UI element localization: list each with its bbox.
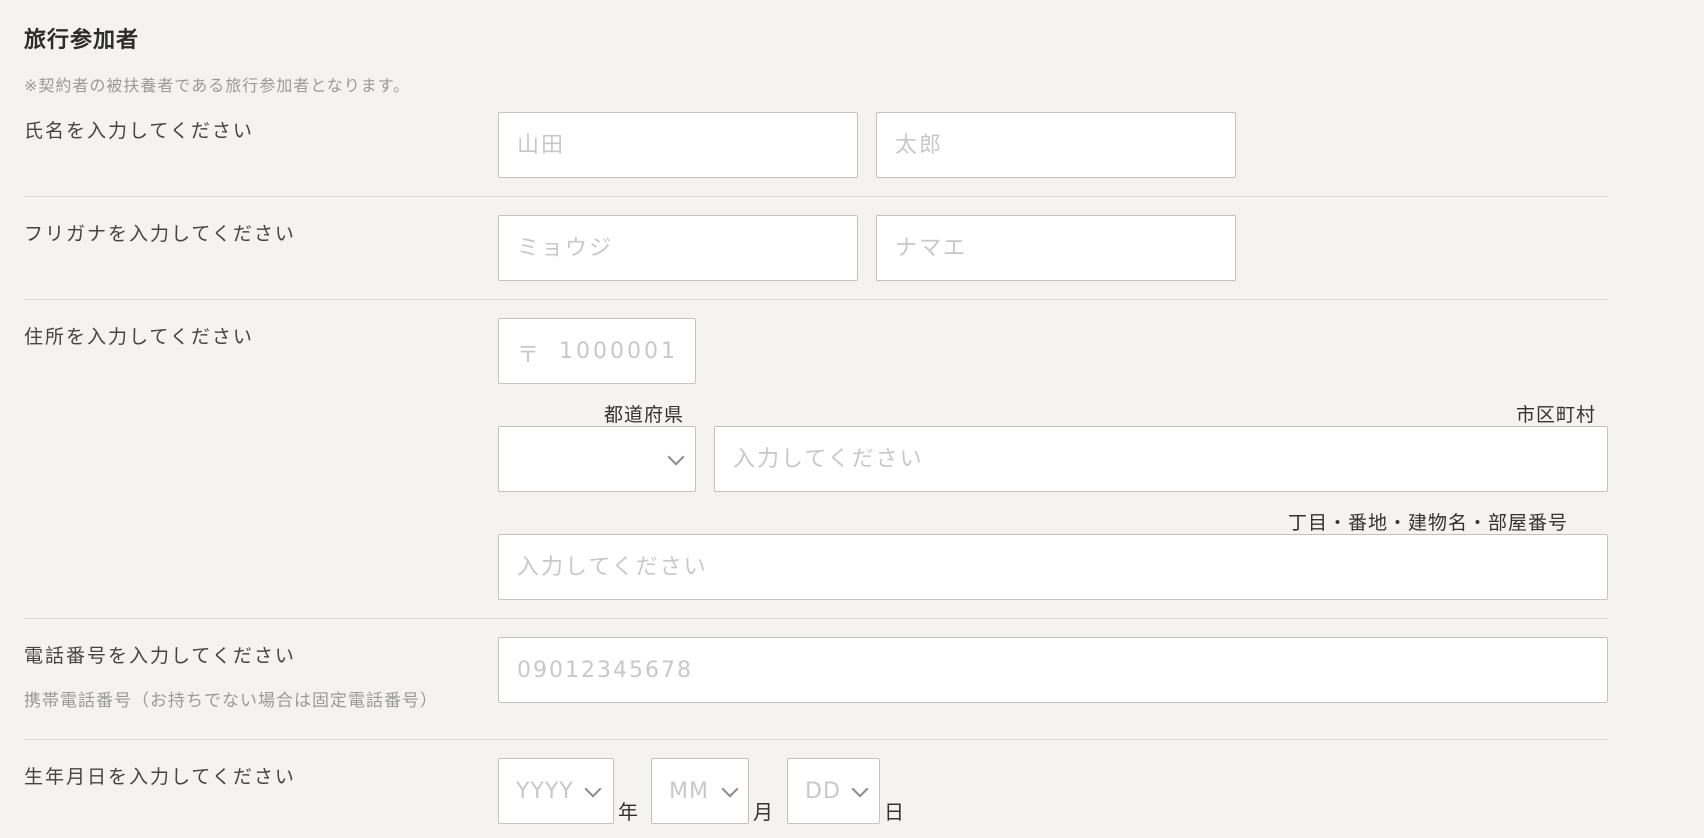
day-unit: 日 <box>884 800 904 824</box>
address-label: 住所を入力してください <box>24 326 254 348</box>
first-name-kana-input[interactable] <box>876 215 1236 281</box>
chevron-down-icon <box>584 780 602 798</box>
chevron-down-icon <box>667 448 685 466</box>
birth-year-placeholder: YYYY <box>516 779 574 804</box>
prefecture-select[interactable] <box>498 426 696 492</box>
postal-mark-icon: 〒 <box>517 343 540 368</box>
city-label: 市区町村 <box>1516 404 1597 426</box>
birth-month-select[interactable]: MM <box>651 758 749 824</box>
city-input[interactable] <box>714 426 1608 492</box>
first-name-input[interactable] <box>876 112 1236 178</box>
birth-day-placeholder: DD <box>805 779 841 804</box>
birth-year-select[interactable]: YYYY <box>498 758 614 824</box>
birthdate-label: 生年月日を入力してください <box>24 766 296 788</box>
chevron-down-icon <box>851 780 869 798</box>
postal-code-field[interactable]: 〒 <box>498 318 696 384</box>
street-label: 丁目・番地・建物名・部屋番号 <box>1288 512 1569 534</box>
street-input[interactable] <box>498 534 1608 600</box>
birth-day-select[interactable]: DD <box>787 758 880 824</box>
row-divider <box>24 618 1608 619</box>
prefecture-label: 都道府県 <box>604 404 685 426</box>
name-label: 氏名を入力してください <box>24 120 254 142</box>
phone-input[interactable] <box>498 637 1608 703</box>
month-unit: 月 <box>753 800 773 824</box>
section-title: 旅行参加者 <box>24 28 140 53</box>
section-note: ※契約者の被扶養者である旅行参加者となります。 <box>24 76 411 95</box>
row-divider <box>24 739 1608 740</box>
phone-label: 電話番号を入力してください <box>24 645 296 667</box>
postal-code-input[interactable] <box>549 319 695 383</box>
birth-month-placeholder: MM <box>669 779 709 804</box>
year-unit: 年 <box>618 800 638 824</box>
phone-sublabel: 携帯電話番号（お持ちでない場合は固定電話番号） <box>24 691 438 711</box>
chevron-down-icon <box>721 780 739 798</box>
kana-label: フリガナを入力してください <box>24 223 296 245</box>
row-divider <box>24 196 1608 197</box>
row-divider <box>24 299 1608 300</box>
last-name-input[interactable] <box>498 112 858 178</box>
last-name-kana-input[interactable] <box>498 215 858 281</box>
